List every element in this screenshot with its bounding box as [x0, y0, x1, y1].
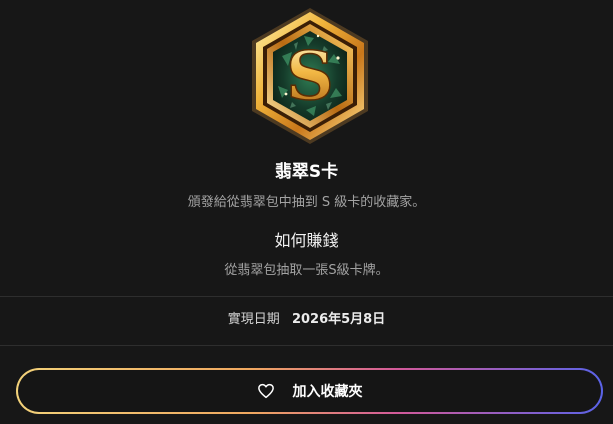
- add-to-favorites-label: 加入收藏夾: [292, 384, 363, 400]
- svg-text:S: S: [286, 37, 334, 115]
- realized-date-row: 實現日期 2026年5月8日: [0, 310, 613, 330]
- how-to-earn-heading: 如何賺錢: [274, 231, 339, 250]
- divider: [0, 345, 613, 346]
- add-to-favorites-button[interactable]: 加入收藏夾: [16, 368, 603, 414]
- divider: [0, 296, 613, 297]
- how-to-earn-description: 從翡翠包抽取一張S級卡牌。: [224, 263, 389, 278]
- heart-icon: [257, 382, 275, 400]
- badge-icon: S: [248, 6, 372, 146]
- achievement-title: 翡翠S卡: [274, 162, 339, 182]
- achievement-description: 頒發給從翡翠包中抽到 S 級卡的收藏家。: [187, 195, 426, 210]
- realized-date-value: 2026年5月8日: [291, 312, 386, 327]
- realized-date-label: 實現日期: [227, 312, 280, 327]
- achievement-panel: S 翡翠S卡 頒發給從翡翠包中抽到 S 級卡的收藏家。 如何賺錢 從翡翠包抽取一…: [0, 0, 613, 424]
- add-to-favorites-button-inner[interactable]: 加入收藏夾: [18, 370, 601, 412]
